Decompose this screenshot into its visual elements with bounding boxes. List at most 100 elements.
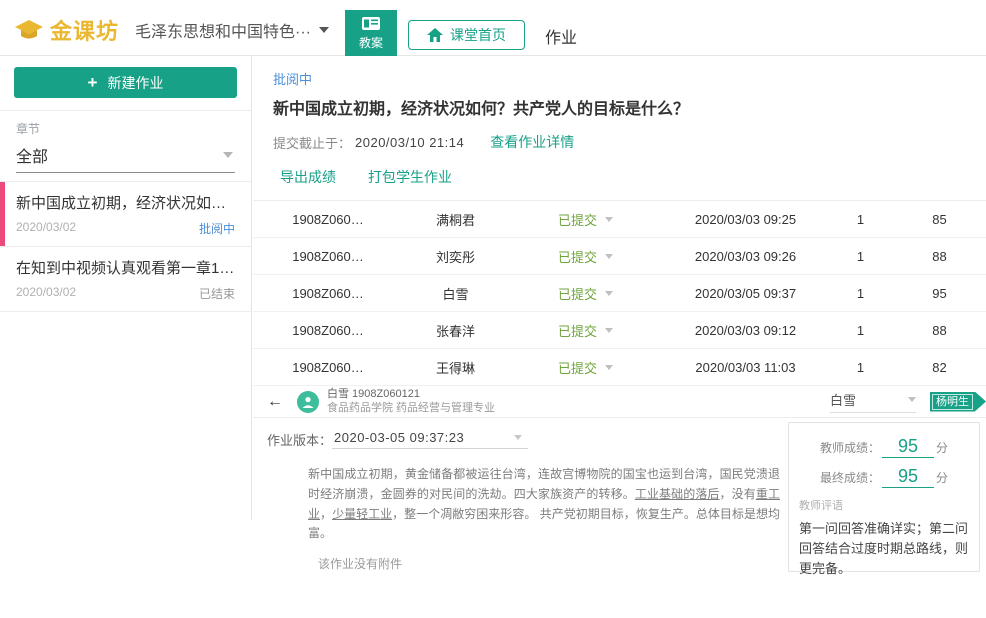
version-select-dropdown[interactable]: 2020-03-05 09:37:23 — [332, 430, 528, 449]
plus-icon: + — [88, 74, 98, 91]
assignment-item-title: 新中国成立初期，经济状况如… — [16, 192, 236, 213]
logo-text: 金课坊 — [50, 14, 119, 46]
teacher-score-label: 教师成绩： — [820, 439, 880, 458]
score-cell: 88 — [893, 249, 986, 264]
student-info: 白雪 1908Z060121 食品药品学院 药品经营与管理专业 — [327, 388, 495, 416]
assignment-item-status: 已结束 — [199, 285, 235, 302]
submission-status-dropdown[interactable]: 已提交 — [508, 247, 663, 266]
student-detail-body: 作业版本： 2020-03-05 09:37:23 新中国成立初期，黄金储备都被… — [253, 418, 986, 618]
submission-status-label: 已提交 — [558, 358, 597, 377]
lesson-plan-tab[interactable]: 教案 — [345, 10, 397, 56]
back-arrow-icon[interactable]: ← — [267, 393, 283, 411]
student-id-cell: 1908Z060… — [253, 212, 403, 227]
student-name-cell: 王得琳 — [403, 358, 508, 377]
submission-status-label: 已提交 — [558, 210, 597, 229]
brand-logo: 金课坊 — [14, 14, 119, 46]
chevron-down-icon — [605, 217, 613, 222]
student-avatar — [297, 391, 319, 413]
classroom-home-button[interactable]: 课堂首页 — [408, 20, 525, 50]
teacher-tag-ribbon[interactable]: 杨明生 — [930, 392, 986, 412]
teacher-name: 杨明生 — [932, 394, 973, 410]
assignment-header: 批阅中 新中国成立初期，经济状况如何？共产党人的目标是什么？ 提交截止于： 20… — [253, 56, 986, 200]
submit-count-cell: 1 — [828, 360, 893, 375]
submission-status-dropdown[interactable]: 已提交 — [508, 210, 663, 229]
submission-status-dropdown[interactable]: 已提交 — [508, 284, 663, 303]
package-student-homework-link[interactable]: 打包学生作业 — [368, 167, 452, 187]
new-assignment-button[interactable]: + 新建作业 — [14, 67, 237, 98]
view-assignment-details-link[interactable]: 查看作业详情 — [490, 132, 574, 152]
submission-status-label: 已提交 — [558, 247, 597, 266]
new-assignment-label: 新建作业 — [107, 73, 163, 93]
assignment-item-title: 在知到中视频认真观看第一章1… — [16, 257, 236, 278]
course-switcher[interactable]: 毛泽东思想和中国特色··· — [135, 18, 329, 42]
submission-status-label: 已提交 — [558, 284, 597, 303]
submission-status-dropdown[interactable]: 已提交 — [508, 321, 663, 340]
export-scores-link[interactable]: 导出成绩 — [280, 167, 336, 187]
lesson-plan-tab-label: 教案 — [359, 34, 383, 51]
chevron-down-icon — [223, 152, 233, 158]
student-college-major: 食品药品学院 药品经营与管理专业 — [327, 402, 495, 416]
assignment-title: 新中国成立初期，经济状况如何？共产党人的目标是什么？ — [273, 95, 966, 119]
table-row[interactable]: 1908Z060… 满桐君 已提交 2020/03/03 09:25 1 85 — [253, 201, 986, 238]
score-cell: 95 — [893, 286, 986, 301]
score-cell: 82 — [893, 360, 986, 375]
chevron-down-icon — [605, 254, 613, 259]
table-row[interactable]: 1908Z060… 王得琳 已提交 2020/03/03 11:03 1 82 — [253, 349, 986, 386]
assignment-sidebar: + 新建作业 章节 全部 新中国成立初期，经济状况如… 2020/03/02 批… — [0, 56, 252, 520]
person-icon — [301, 395, 315, 409]
graduation-cap-icon — [14, 18, 44, 42]
score-unit: 分 — [936, 469, 948, 488]
final-score-input[interactable]: 95 — [882, 467, 934, 488]
student-name-cell: 满桐君 — [403, 210, 508, 229]
chevron-down-icon — [908, 397, 916, 402]
student-id-cell: 1908Z060… — [253, 249, 403, 264]
chapter-selected-value: 全部 — [16, 143, 48, 167]
teacher-score-input[interactable]: 95 — [882, 437, 934, 458]
sidebar-assignment-item-1[interactable]: 新中国成立初期，经济状况如… 2020/03/02 批阅中 — [0, 181, 251, 246]
score-cell: 85 — [893, 212, 986, 227]
student-select-value: 白雪 — [830, 390, 856, 409]
course-title: 毛泽东思想和中国特色··· — [135, 18, 311, 42]
chevron-down-icon — [605, 291, 613, 296]
chevron-down-icon — [605, 365, 613, 370]
main-panel: 批阅中 新中国成立初期，经济状况如何？共产党人的目标是什么？ 提交截止于： 20… — [253, 56, 986, 520]
submit-count-cell: 1 — [828, 323, 893, 338]
nav-homework[interactable]: 作业 — [545, 24, 577, 48]
table-row[interactable]: 1908Z060… 张春洋 已提交 2020/03/03 09:12 1 88 — [253, 312, 986, 349]
homework-version-row: 作业版本： 2020-03-05 09:37:23 — [267, 430, 528, 449]
submit-count-cell: 1 — [828, 249, 893, 264]
version-label: 作业版本： — [267, 430, 332, 449]
deadline-value: 2020/03/10 21:14 — [355, 135, 464, 150]
teacher-comment-label: 教师评语 — [799, 497, 969, 513]
chapter-label: 章节 — [16, 120, 235, 137]
student-select-dropdown[interactable]: 白雪 — [830, 390, 916, 413]
sidebar-assignment-item-2[interactable]: 在知到中视频认真观看第一章1… 2020/03/02 已结束 — [0, 246, 251, 312]
submit-count-cell: 1 — [828, 212, 893, 227]
table-row[interactable]: 1908Z060… 白雪 已提交 2020/03/05 09:37 1 95 — [253, 275, 986, 312]
student-name-id: 白雪 1908Z060121 — [327, 388, 495, 402]
final-score-label: 最终成绩： — [820, 469, 880, 488]
table-row[interactable]: 1908Z060… 刘奕彤 已提交 2020/03/03 09:26 1 88 — [253, 238, 986, 275]
student-id-cell: 1908Z060… — [253, 360, 403, 375]
deadline-label: 提交截止于： — [273, 133, 351, 152]
teacher-comment-text: 第一问回答准确详实；第二问回答结合过度时期总路线，则更完备。 — [799, 519, 969, 579]
submission-status-dropdown[interactable]: 已提交 — [508, 358, 663, 377]
classroom-home-label: 课堂首页 — [450, 25, 506, 45]
chevron-down-icon — [514, 435, 522, 440]
submission-status-label: 已提交 — [558, 321, 597, 340]
score-cell: 88 — [893, 323, 986, 338]
submit-time-cell: 2020/03/03 09:12 — [663, 323, 828, 338]
chapter-select[interactable]: 全部 — [16, 139, 235, 173]
student-name-cell: 白雪 — [403, 284, 508, 303]
chapter-filter: 章节 全部 — [0, 111, 251, 181]
chevron-down-icon — [605, 328, 613, 333]
submit-time-cell: 2020/03/03 09:25 — [663, 212, 828, 227]
assignment-item-date: 2020/03/02 — [16, 220, 76, 237]
version-value: 2020-03-05 09:37:23 — [334, 430, 464, 445]
student-name-cell: 张春洋 — [403, 321, 508, 340]
chevron-down-icon — [319, 27, 329, 33]
assignment-item-status: 批阅中 — [199, 220, 235, 237]
submit-time-cell: 2020/03/03 09:26 — [663, 249, 828, 264]
essay-text: 新中国成立初期，黄金储备都被运往台湾，连故宫博物院的国宝也运到台湾，国民党溃退时… — [308, 465, 780, 544]
grading-card: 教师成绩： 95 分 最终成绩： 95 分 教师评语 第一问回答准确详实；第二问… — [788, 422, 980, 572]
